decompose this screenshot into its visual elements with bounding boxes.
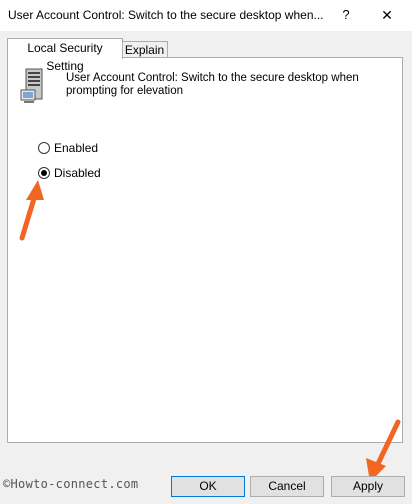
tab-panel <box>7 57 403 443</box>
close-button[interactable]: ✕ <box>370 2 404 28</box>
enabled-radio[interactable] <box>38 142 50 154</box>
policy-description: User Account Control: Switch to the secu… <box>66 72 359 97</box>
watermark: ©Howto-connect.com <box>3 477 139 491</box>
disabled-option[interactable]: Disabled <box>38 166 101 180</box>
tab-local-security-setting[interactable]: Local Security Setting <box>7 38 123 73</box>
enabled-option[interactable]: Enabled <box>38 141 98 155</box>
disabled-label: Disabled <box>54 166 101 180</box>
title-bar: User Account Control: Switch to the secu… <box>0 0 412 31</box>
enabled-label: Enabled <box>54 141 99 155</box>
apply-button[interactable]: Apply <box>331 476 405 497</box>
ok-button[interactable]: OK <box>171 476 245 497</box>
cancel-button[interactable]: Cancel <box>250 476 324 497</box>
help-button[interactable]: ? <box>333 2 359 28</box>
window-title: User Account Control: Switch to the secu… <box>8 8 324 22</box>
annotation-arrow-icon <box>19 180 44 241</box>
server-computer-icon <box>20 68 43 103</box>
tab-explain[interactable]: Explain <box>121 41 168 58</box>
